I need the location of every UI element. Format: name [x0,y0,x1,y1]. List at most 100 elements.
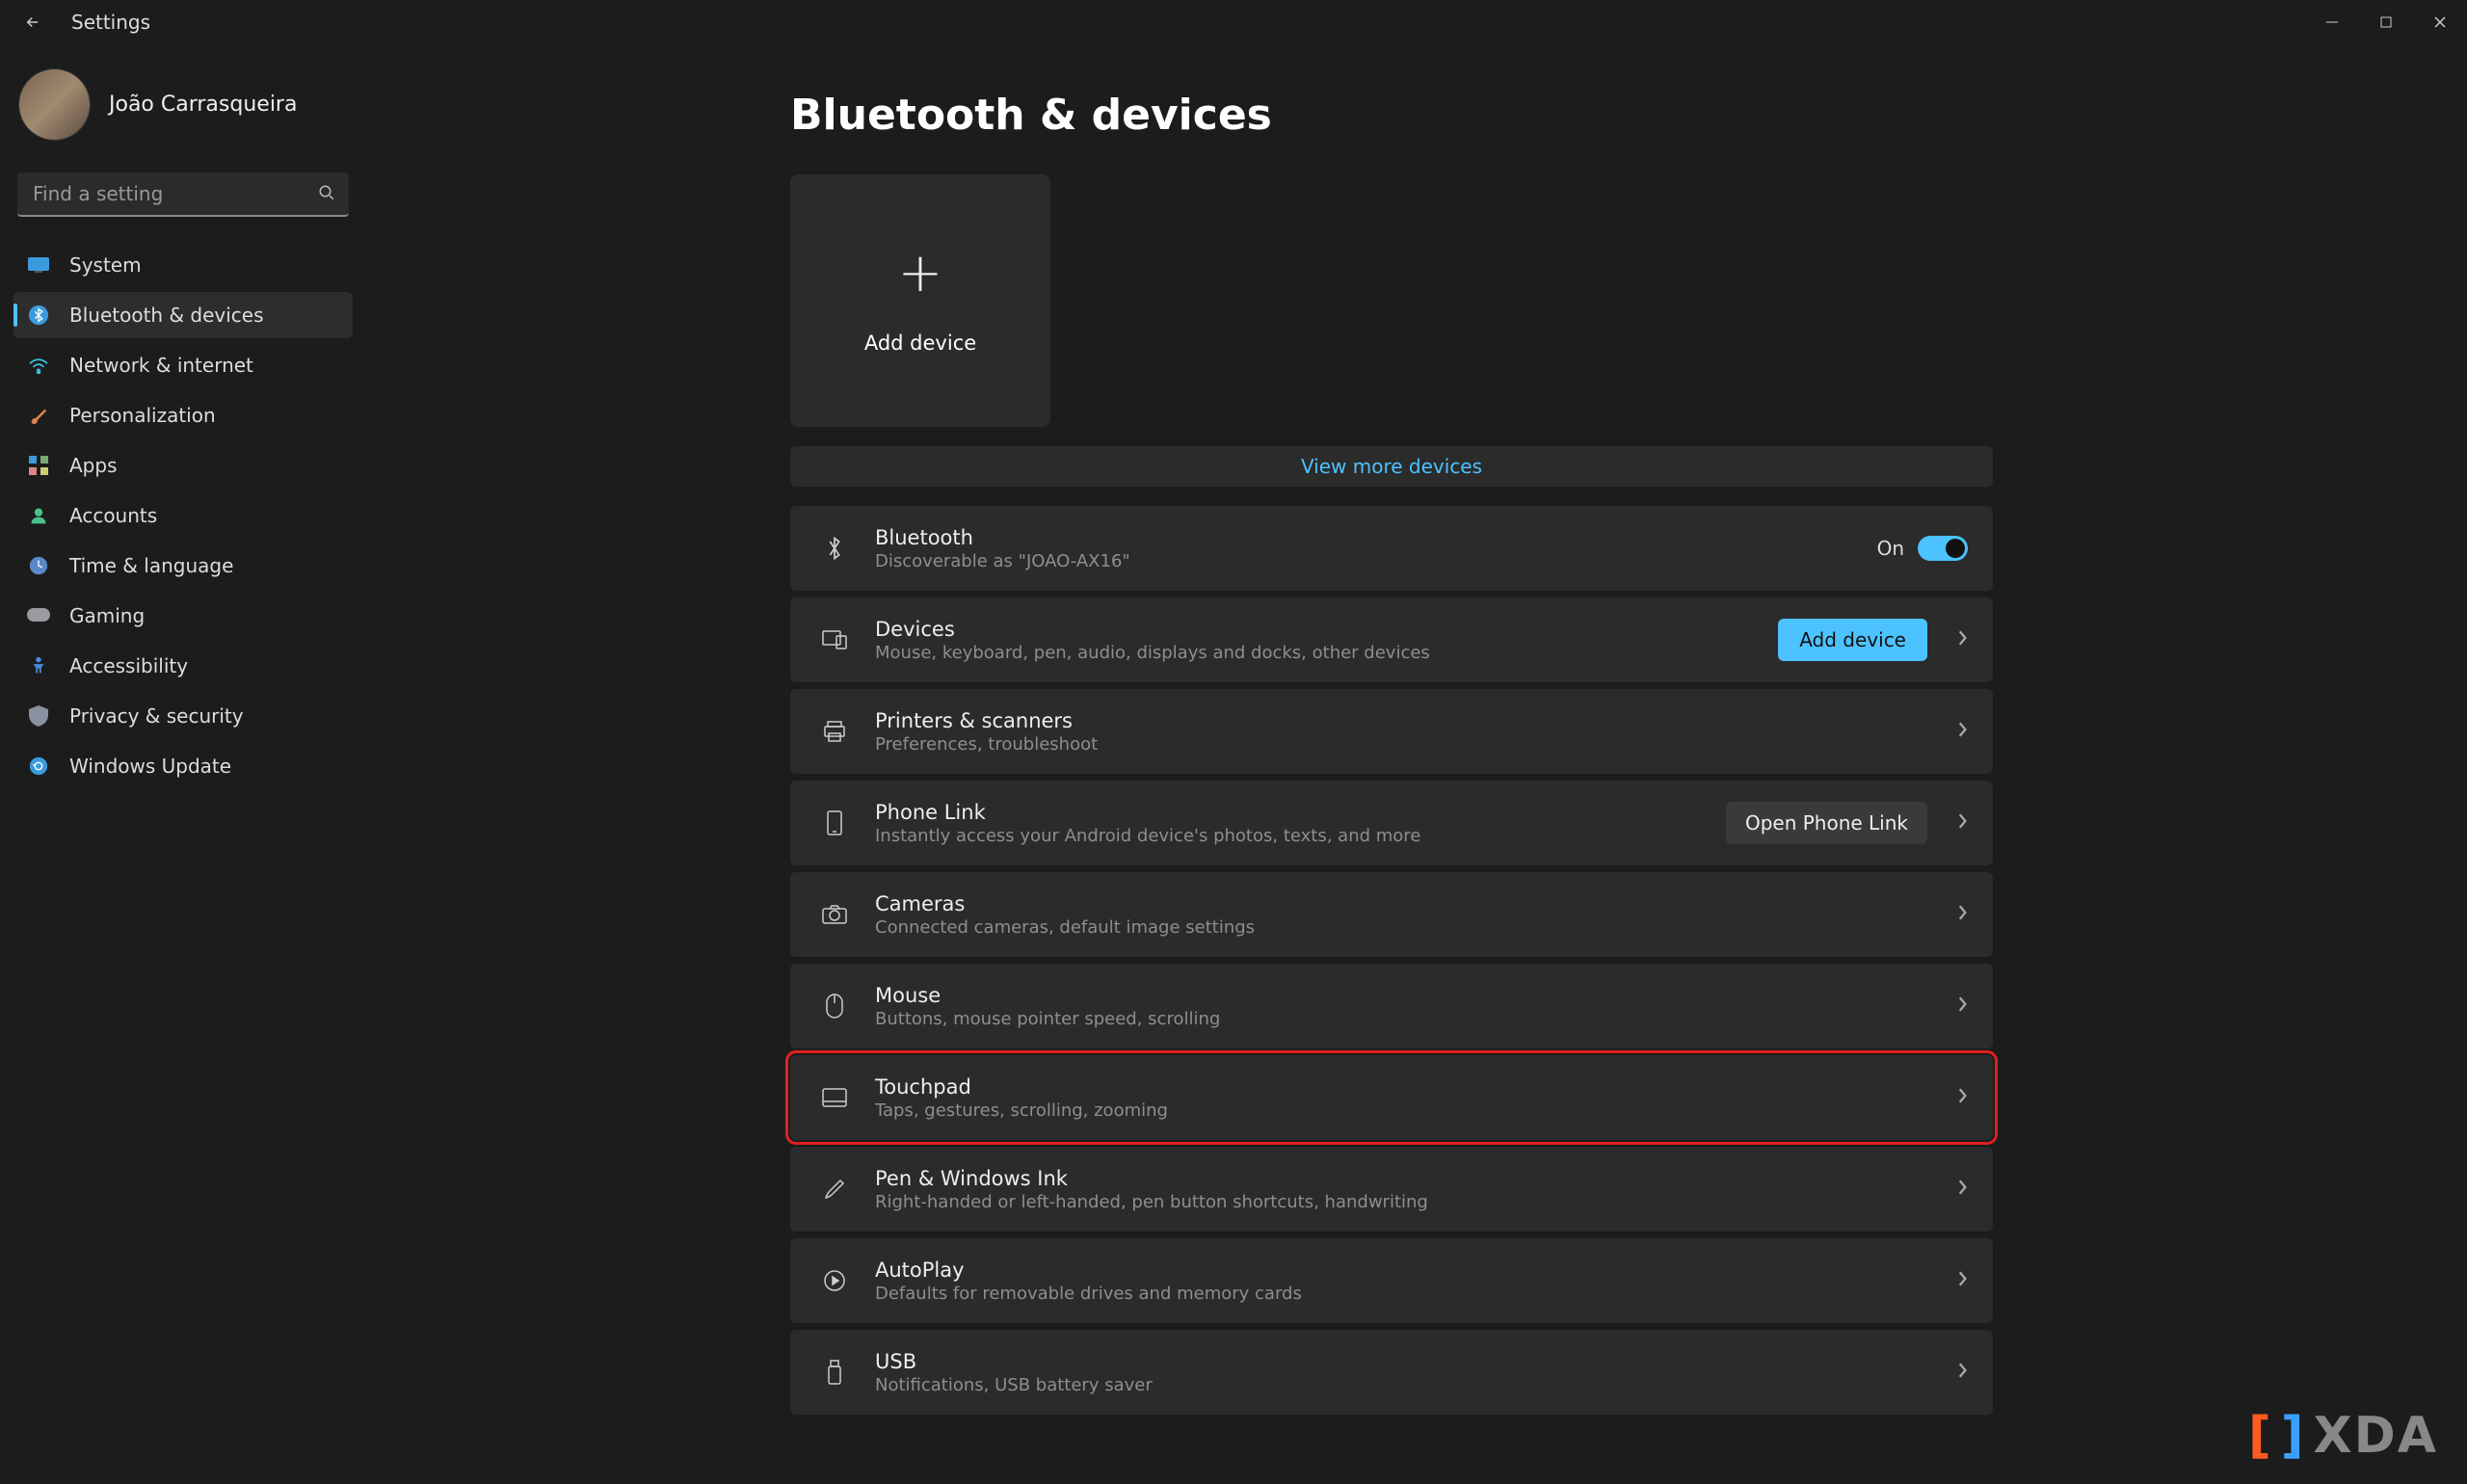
maximize-button[interactable] [2359,4,2413,40]
sidebar-item-time[interactable]: Time & language [13,543,353,589]
autoplay-icon [815,1269,854,1292]
pen-icon [815,1178,854,1201]
toggle-label: On [1877,537,1904,560]
add-device-label: Add device [864,331,976,355]
sidebar-item-label: Bluetooth & devices [69,304,264,327]
nav: System Bluetooth & devices Network & int… [13,242,353,789]
plus-icon: + [898,247,943,301]
camera-icon [815,905,854,924]
system-icon [27,253,50,277]
add-device-tile[interactable]: + Add device [790,174,1050,427]
sidebar-item-label: Privacy & security [69,704,244,728]
sidebar-item-gaming[interactable]: Gaming [13,593,353,639]
sidebar-item-privacy[interactable]: Privacy & security [13,693,353,739]
row-subtitle: Right-handed or left-handed, pen button … [875,1192,1941,1212]
row-pen[interactable]: Pen & Windows Ink Right-handed or left-h… [790,1147,1993,1232]
row-title: Printers & scanners [875,709,1941,732]
chevron-right-icon [1956,1362,1968,1383]
view-more-devices[interactable]: View more devices [790,446,1993,487]
row-cameras[interactable]: Cameras Connected cameras, default image… [790,872,1993,957]
row-subtitle: Connected cameras, default image setting… [875,917,1941,938]
row-bluetooth[interactable]: Bluetooth Discoverable as "JOAO-AX16" On [790,506,1993,591]
row-subtitle: Buttons, mouse pointer speed, scrolling [875,1009,1941,1029]
accessibility-icon [27,654,50,677]
update-icon [27,755,50,778]
printer-icon [815,721,854,742]
brush-icon [27,404,50,427]
clock-globe-icon [27,554,50,577]
row-subtitle: Preferences, troubleshoot [875,734,1941,755]
row-subtitle: Notifications, USB battery saver [875,1375,1941,1395]
sidebar-item-accessibility[interactable]: Accessibility [13,643,353,689]
row-mouse[interactable]: Mouse Buttons, mouse pointer speed, scro… [790,964,1993,1048]
row-title: Pen & Windows Ink [875,1167,1941,1190]
chevron-right-icon [1956,995,1968,1017]
usb-icon [815,1360,854,1385]
sidebar: João Carrasqueira System Bluetooth & dev… [0,44,366,1484]
sidebar-item-apps[interactable]: Apps [13,442,353,489]
sidebar-item-label: Windows Update [69,755,231,778]
sidebar-item-label: Network & internet [69,354,253,377]
row-title: Cameras [875,892,1941,915]
row-title: Touchpad [875,1075,1941,1099]
sidebar-item-label: Apps [69,454,118,477]
titlebar: Settings [0,0,2467,44]
touchpad-icon [815,1088,854,1107]
chevron-right-icon [1956,1270,1968,1291]
shield-icon [27,704,50,728]
sidebar-item-personalization[interactable]: Personalization [13,392,353,438]
chevron-right-icon [1956,812,1968,834]
chevron-right-icon [1956,721,1968,742]
sidebar-item-label: Personalization [69,404,216,427]
sidebar-item-label: Accounts [69,504,157,527]
accounts-icon [27,504,50,527]
row-autoplay[interactable]: AutoPlay Defaults for removable drives a… [790,1238,1993,1323]
row-subtitle: Mouse, keyboard, pen, audio, displays an… [875,643,1778,663]
row-title: Bluetooth [875,526,1877,549]
search-input[interactable] [17,172,349,217]
row-phone-link[interactable]: Phone Link Instantly access your Android… [790,781,1993,865]
back-button[interactable] [19,9,46,36]
sidebar-item-label: Time & language [69,554,233,577]
row-printers[interactable]: Printers & scanners Preferences, trouble… [790,689,1993,774]
profile[interactable]: João Carrasqueira [13,64,353,163]
gamepad-icon [27,604,50,627]
sidebar-item-system[interactable]: System [13,242,353,288]
sidebar-item-update[interactable]: Windows Update [13,743,353,789]
row-title: Devices [875,618,1778,641]
avatar [19,69,90,140]
row-title: Phone Link [875,801,1726,824]
watermark-xda: []XDA [2248,1407,2438,1465]
sidebar-item-label: System [69,253,142,277]
sidebar-item-bluetooth[interactable]: Bluetooth & devices [13,292,353,338]
row-touchpad[interactable]: Touchpad Taps, gestures, scrolling, zoom… [790,1055,1993,1140]
minimize-button[interactable] [2305,4,2359,40]
row-usb[interactable]: USB Notifications, USB battery saver [790,1330,1993,1415]
page-title: Bluetooth & devices [790,91,2409,140]
close-button[interactable] [2413,4,2467,40]
open-phone-link-button[interactable]: Open Phone Link [1726,802,1927,844]
apps-icon [27,454,50,477]
row-devices[interactable]: Devices Mouse, keyboard, pen, audio, dis… [790,597,1993,682]
bluetooth-toggle[interactable] [1918,536,1968,561]
search-box [17,172,349,217]
bluetooth-icon [27,304,50,327]
row-title: Mouse [875,984,1941,1007]
sidebar-item-label: Accessibility [69,654,188,677]
add-device-button[interactable]: Add device [1778,619,1927,661]
devices-icon [815,630,854,649]
row-subtitle: Discoverable as "JOAO-AX16" [875,551,1877,571]
sidebar-item-network[interactable]: Network & internet [13,342,353,388]
chevron-right-icon [1956,1087,1968,1108]
row-subtitle: Taps, gestures, scrolling, zooming [875,1100,1941,1121]
content: Bluetooth & devices + Add device View mo… [366,44,2467,1484]
search-icon [318,184,335,205]
mouse-icon [815,994,854,1019]
wifi-icon [27,354,50,377]
chevron-right-icon [1956,629,1968,650]
row-title: USB [875,1350,1941,1373]
chevron-right-icon [1956,904,1968,925]
bluetooth-icon [815,535,854,562]
sidebar-item-accounts[interactable]: Accounts [13,492,353,539]
username: João Carrasqueira [109,93,297,117]
